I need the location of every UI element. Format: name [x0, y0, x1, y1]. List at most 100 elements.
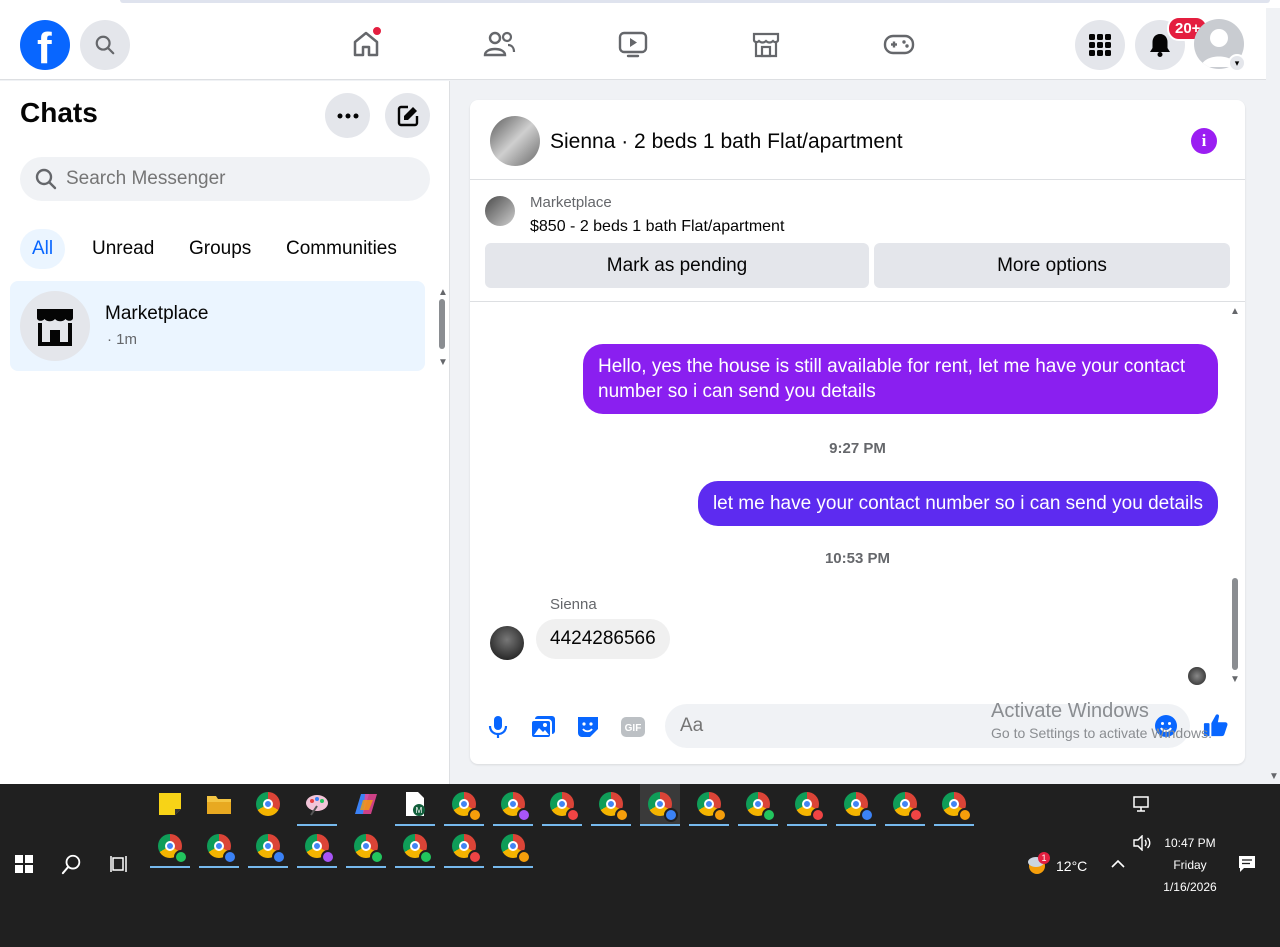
action-center-button[interactable]: [1227, 844, 1267, 884]
taskbar-chrome-profile-window[interactable]: [444, 784, 484, 826]
start-button[interactable]: [4, 844, 44, 884]
scroll-up-icon[interactable]: ▲: [438, 287, 448, 298]
clock-day[interactable]: Friday: [1160, 858, 1220, 872]
listing-summary[interactable]: $850 - 2 beds 1 bath Flat/apartment: [530, 218, 784, 236]
nav-marketplace[interactable]: [744, 22, 788, 66]
browser-tab-strip: [0, 0, 1280, 8]
chrome-icon: [452, 834, 482, 864]
taskbar-search-button[interactable]: [52, 844, 92, 884]
chat-list-item[interactable]: Marketplace · 1m: [10, 281, 425, 371]
chrome-icon: [452, 792, 482, 822]
taskbar-chrome[interactable]: [248, 784, 288, 824]
outgoing-message[interactable]: let me have your contact number so i can…: [697, 481, 1218, 526]
incoming-message[interactable]: 4424286566: [536, 619, 670, 659]
divider: [470, 301, 1245, 302]
taskbar-chrome-profile-window[interactable]: [493, 826, 533, 868]
chrome-icon: [550, 792, 580, 822]
scrollbar-thumb[interactable]: [439, 299, 445, 349]
taskbar-chrome-profile-window[interactable]: [297, 826, 337, 868]
document-icon: M: [406, 792, 425, 816]
search-button[interactable]: [80, 20, 130, 70]
menu-button[interactable]: [1075, 20, 1125, 70]
like-button[interactable]: [1203, 712, 1229, 738]
conversation-scrollbar[interactable]: ▲ ▼: [1229, 306, 1241, 686]
taskbar-chrome-profile-window[interactable]: [542, 784, 582, 826]
taskbar-chrome-profile-window[interactable]: [640, 784, 680, 826]
message-timestamp: 10:53 PM: [824, 550, 891, 567]
taskbar-chrome-profile-window[interactable]: [150, 826, 190, 868]
messenger-search[interactable]: [20, 157, 430, 201]
taskbar-chrome-profile-window[interactable]: [836, 784, 876, 826]
taskbar-chrome-profile-window[interactable]: [738, 784, 778, 826]
home-notification-dot: [372, 26, 382, 36]
scroll-down-icon[interactable]: ▼: [1269, 771, 1279, 782]
taskbar-chrome-profile-window[interactable]: [787, 784, 827, 826]
taskbar-chrome-profile-window[interactable]: [444, 826, 484, 868]
outgoing-message[interactable]: Hello, yes the house is still available …: [583, 344, 1218, 414]
new-message-button[interactable]: [385, 93, 430, 138]
gif-button[interactable]: GIF: [620, 714, 646, 740]
sidebar-scrollbar[interactable]: ▲ ▼: [437, 287, 448, 368]
nav-video[interactable]: [611, 22, 655, 66]
listing-thumbnail[interactable]: [485, 196, 515, 226]
nav-friends[interactable]: [477, 22, 521, 66]
taskbar-sticky-notes[interactable]: [150, 784, 190, 824]
filter-unread[interactable]: Unread: [80, 229, 166, 269]
taskbar-chrome-profile-window[interactable]: [885, 784, 925, 826]
clock-time[interactable]: 10:47 PM: [1160, 836, 1220, 850]
nav-home[interactable]: [344, 22, 388, 66]
page-scrollbar[interactable]: ▼: [1266, 8, 1280, 784]
taskbar-paint[interactable]: [297, 784, 337, 826]
task-view-button[interactable]: [100, 844, 140, 884]
message-composer[interactable]: [665, 704, 1190, 748]
filter-all[interactable]: All: [20, 229, 66, 269]
sticker-icon: [578, 717, 598, 737]
notifications-button[interactable]: 20+: [1135, 16, 1209, 70]
marketplace-icon: [752, 32, 780, 58]
search-messenger-input[interactable]: [66, 168, 406, 190]
scroll-down-icon[interactable]: ▼: [1230, 674, 1240, 685]
listing-avatar[interactable]: [490, 116, 540, 166]
filter-groups[interactable]: Groups: [177, 229, 263, 269]
gaming-icon: [883, 34, 915, 55]
taskbar-document-app[interactable]: M: [395, 784, 435, 826]
clock-date[interactable]: 1/16/2026: [1156, 880, 1224, 894]
filter-communities[interactable]: Communities: [274, 229, 409, 269]
account-menu-chevron[interactable]: ▾: [1228, 54, 1246, 72]
weather-temperature[interactable]: 12°C: [1056, 858, 1087, 874]
more-options-button[interactable]: More options: [874, 243, 1230, 288]
taskbar-copilot[interactable]: [346, 784, 386, 824]
voice-clip-button[interactable]: [485, 714, 511, 740]
tray-weather[interactable]: 1: [1018, 844, 1058, 884]
taskbar-chrome-profile-window[interactable]: [395, 826, 435, 868]
tray-volume[interactable]: [1122, 824, 1162, 862]
sender-avatar[interactable]: [490, 626, 524, 660]
scroll-down-icon[interactable]: ▼: [438, 357, 448, 368]
scrollbar-thumb[interactable]: [1232, 578, 1238, 670]
chrome-icon: [599, 792, 629, 822]
nav-gaming[interactable]: [877, 22, 921, 66]
taskbar-chrome-profile-window[interactable]: [934, 784, 974, 826]
info-icon[interactable]: i: [1191, 128, 1217, 154]
taskbar-chrome-profile-window[interactable]: [346, 826, 386, 868]
sticker-button[interactable]: [575, 714, 601, 740]
taskbar-chrome-profile-window[interactable]: [689, 784, 729, 826]
conversation-title[interactable]: Sienna · 2 beds 1 bath Flat/apartment: [550, 130, 903, 154]
facebook-logo[interactable]: f: [20, 20, 70, 73]
taskbar-chrome-profile-window[interactable]: [248, 826, 288, 868]
taskbar-chrome-profile-window[interactable]: [591, 784, 631, 826]
taskbar-file-explorer[interactable]: [199, 784, 239, 824]
tray-network[interactable]: [1122, 784, 1162, 824]
mark-as-pending-button[interactable]: Mark as pending: [485, 243, 869, 288]
chrome-icon: [256, 834, 286, 864]
scroll-up-icon[interactable]: ▲: [1230, 306, 1240, 317]
chrome-icon: [207, 834, 237, 864]
emoji-icon[interactable]: [1154, 714, 1178, 738]
gif-icon: GIF: [621, 717, 645, 737]
attach-photo-button[interactable]: [530, 714, 556, 740]
chat-options-button[interactable]: [325, 93, 370, 138]
chrome-icon: [893, 792, 923, 822]
taskbar-chrome-profile-window[interactable]: [199, 826, 239, 868]
message-input[interactable]: [680, 715, 980, 737]
taskbar-chrome-profile-window[interactable]: [493, 784, 533, 826]
